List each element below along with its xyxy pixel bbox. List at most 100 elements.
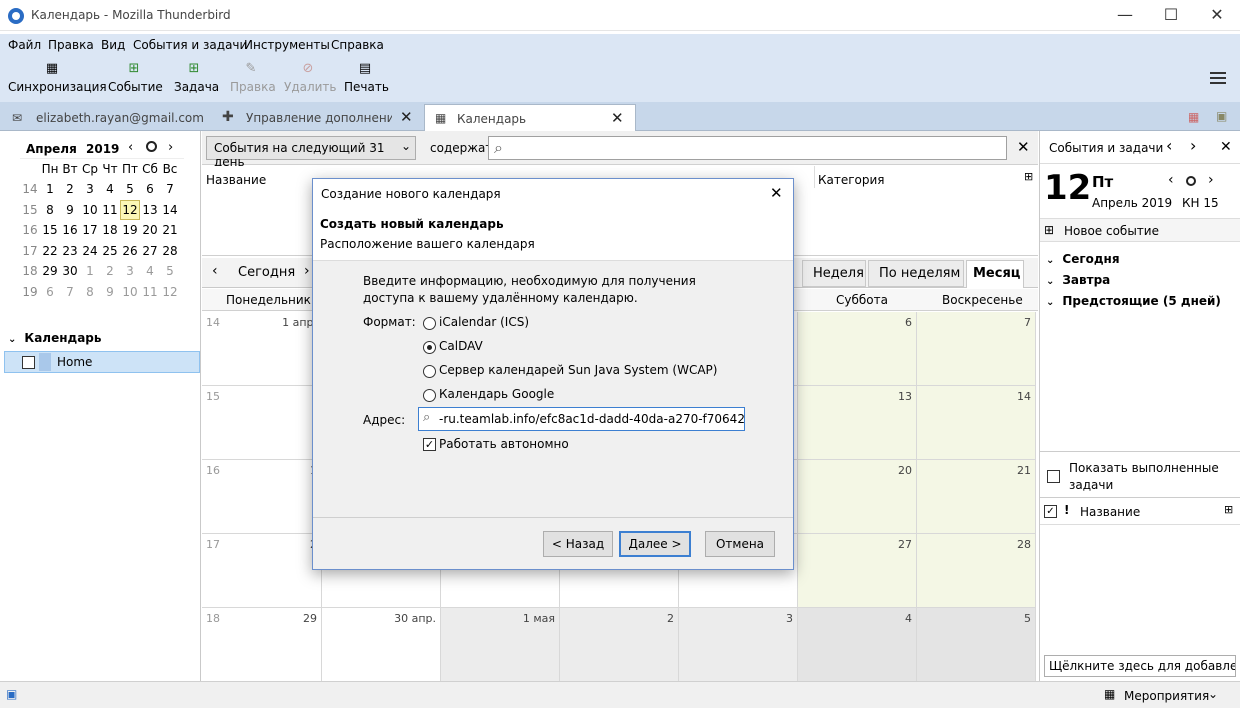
minimonth-day[interactable]: 9 [60, 200, 80, 220]
minimonth-day[interactable]: 9 [100, 282, 120, 302]
minimonth-day[interactable]: 11 [100, 200, 120, 220]
minimonth-day[interactable]: 1 [40, 179, 60, 199]
minimonth-day[interactable]: 16 [60, 220, 80, 240]
delete-button[interactable]: ⊘ Удалить [284, 62, 337, 95]
minimonth-day[interactable]: 6 [140, 179, 160, 199]
month-day-cell[interactable]: 1 мая [441, 608, 560, 682]
show-completed-checkbox[interactable] [1047, 470, 1060, 483]
month-day-cell[interactable]: 30 апр. [322, 608, 441, 682]
calendar-list-header[interactable]: ⌄ Календарь [8, 331, 101, 345]
print-button[interactable]: ▤ Печать [344, 62, 389, 95]
minimonth-day[interactable]: 3 [80, 179, 100, 199]
menu-view[interactable]: Вид [101, 38, 125, 52]
tab-mail[interactable]: ✉ elizabeth.rayan@gmail.com [4, 104, 214, 131]
search-input[interactable]: ⌕ [488, 136, 1007, 160]
menu-tools[interactable]: Инструменты [244, 38, 330, 52]
today-circle-icon[interactable] [146, 141, 157, 152]
month-day-cell[interactable]: 116 [202, 460, 322, 534]
month-day-cell[interactable]: 217 [202, 534, 322, 608]
minimonth-day[interactable]: 25 [100, 241, 120, 261]
minimonth-year[interactable]: 2019 [86, 142, 119, 156]
month-day-cell[interactable]: 21 [917, 460, 1036, 534]
today-prev-icon[interactable]: ‹ [1166, 136, 1172, 155]
column-title[interactable]: Название [206, 173, 266, 187]
menu-edit[interactable]: Правка [48, 38, 94, 52]
minimonth-day[interactable]: 15 [40, 220, 60, 240]
month-day-cell[interactable]: 3 [679, 608, 798, 682]
close-today-pane-icon[interactable]: ✕ [1220, 139, 1232, 155]
minimonth-day[interactable]: 26 [120, 241, 140, 261]
view-month-tab[interactable]: Месяц [966, 260, 1024, 288]
offline-label[interactable]: Работать автономно [439, 437, 569, 451]
month-day-cell[interactable]: 29 18 [202, 608, 322, 682]
today-button[interactable]: Сегодня [238, 265, 295, 280]
tab-addons[interactable]: ✚ Управление дополнениями ✕ [214, 104, 422, 131]
close-filter-icon[interactable]: ✕ [1017, 138, 1030, 156]
month-day-cell[interactable]: 13 [798, 386, 917, 460]
group-today[interactable]: ⌄ Сегодня [1046, 252, 1120, 266]
close-tab-addons-icon[interactable]: ✕ [400, 108, 413, 126]
minimonth-day[interactable]: 12 [120, 199, 140, 220]
format-ics-label[interactable]: iCalendar (ICS) [439, 315, 529, 329]
close-tab-calendar-icon[interactable]: ✕ [611, 109, 624, 127]
minimonth-day[interactable]: 24 [80, 241, 100, 261]
prev-month-icon[interactable]: ‹ [128, 140, 133, 155]
minimonth-day[interactable]: 29 [40, 261, 60, 281]
minimonth-day[interactable]: 3 [120, 261, 140, 281]
minimonth-day[interactable]: 11 [140, 282, 160, 302]
maximize-button[interactable]: ☐ [1148, 0, 1194, 31]
minimonth-day[interactable]: 30 [60, 261, 80, 281]
month-day-cell[interactable]: 6 [798, 312, 917, 386]
column-picker-icon[interactable]: ⊞ [1024, 170, 1033, 183]
minimonth-day[interactable]: 5 [160, 261, 180, 281]
minimonth-day[interactable]: 8 [80, 282, 100, 302]
month-day-cell[interactable]: 20 [798, 460, 917, 534]
task-column-picker-icon[interactable]: ⊞ [1224, 503, 1233, 516]
format-google-radio[interactable] [423, 389, 436, 402]
prev-period-icon[interactable]: ‹ [212, 263, 218, 279]
format-google-label[interactable]: Календарь Google [439, 387, 554, 401]
menu-help[interactable]: Справка [331, 38, 384, 52]
minimonth-day[interactable]: 6 [40, 282, 60, 302]
group-upcoming[interactable]: ⌄ Предстоящие (5 дней) [1046, 294, 1221, 308]
task-priority-icon[interactable]: ! [1064, 503, 1069, 517]
minimonth-day[interactable]: 4 [100, 179, 120, 199]
minimonth-day[interactable]: 5 [120, 179, 140, 199]
minimonth-day[interactable]: 4 [140, 261, 160, 281]
mini-today-icon[interactable] [1186, 176, 1196, 186]
minimonth-day[interactable]: 12 [160, 282, 180, 302]
minimonth-day[interactable]: 7 [160, 179, 180, 199]
month-day-cell[interactable]: 2 [560, 608, 679, 682]
minimonth-month[interactable]: Апреля [26, 142, 77, 156]
minimonth-day[interactable]: 1 [80, 261, 100, 281]
calendar-tab-icon[interactable]: ▦ [1188, 110, 1199, 124]
month-day-cell[interactable]: 15 [202, 386, 322, 460]
minimonth-day[interactable]: 17 [80, 220, 100, 240]
view-week-tab[interactable]: Неделя [802, 260, 866, 287]
minimonth-day[interactable]: 20 [140, 220, 160, 240]
minimonth-day[interactable]: 2 [60, 179, 80, 199]
minimonth-day[interactable]: 18 [100, 220, 120, 240]
format-caldav-radio[interactable] [423, 341, 436, 354]
minimonth-day[interactable]: 13 [140, 200, 160, 220]
minimonth-day[interactable]: 10 [120, 282, 140, 302]
month-day-cell[interactable]: 7 [917, 312, 1036, 386]
calendar-home-checkbox[interactable] [22, 356, 35, 369]
next-month-icon[interactable]: › [168, 140, 173, 155]
new-task-button[interactable]: ⊞ Задача [174, 62, 219, 95]
minimonth-day[interactable]: 21 [160, 220, 180, 240]
minimonth-day[interactable]: 10 [80, 200, 100, 220]
column-category[interactable]: Категория [818, 173, 885, 187]
close-window-button[interactable]: ✕ [1194, 0, 1240, 31]
sync-button[interactable]: ▦ Синхронизация [8, 62, 107, 95]
month-day-cell[interactable]: 5 [917, 608, 1036, 682]
month-day-cell[interactable]: 14 [917, 386, 1036, 460]
task-name-column[interactable]: Название [1080, 505, 1140, 519]
app-menu-icon[interactable] [1210, 72, 1226, 86]
format-wcap-radio[interactable] [423, 365, 436, 378]
minimonth-day[interactable]: 23 [60, 241, 80, 261]
address-input[interactable]: ⌕ -ru.teamlab.info/efc8ac1d-dadd-40da-a2… [418, 407, 745, 431]
quick-add-task-input[interactable]: Щёлкните здесь для добавления з [1044, 655, 1236, 677]
minimonth-day[interactable]: 7 [60, 282, 80, 302]
cancel-button[interactable]: Отмена [705, 531, 775, 557]
